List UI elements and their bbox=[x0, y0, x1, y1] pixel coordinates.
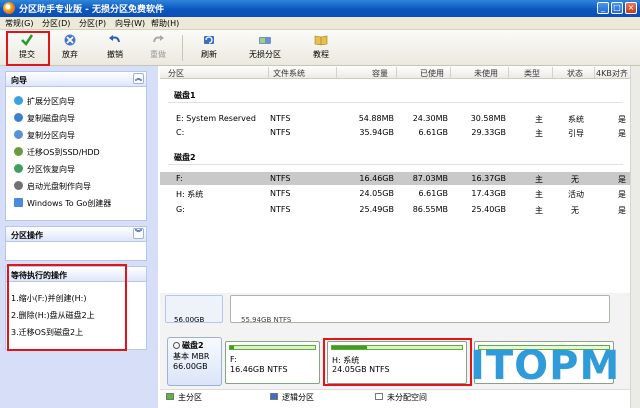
col-type[interactable]: 类型 bbox=[524, 68, 540, 79]
disk1-header[interactable]: 磁盘1 bbox=[174, 90, 196, 101]
legend-primary-swatch bbox=[166, 393, 174, 400]
book-icon bbox=[314, 35, 328, 46]
wizard-item-bootable-cd[interactable]: 启动光盘制作向导 bbox=[14, 181, 91, 192]
table-row[interactable]: H: 系统 NTFS 24.05GB 6.61GB 17.43GB 主 活动 是 bbox=[160, 187, 630, 200]
wizard-item-migrate-os[interactable]: 迁移OS到SSD/HDD bbox=[14, 147, 100, 158]
divider bbox=[168, 102, 623, 103]
partition-icon bbox=[259, 37, 271, 44]
table-row[interactable]: E: System Reserved NTFS 54.88MB 24.30MB … bbox=[160, 112, 630, 125]
col-filesystem[interactable]: 文件系统 bbox=[273, 68, 305, 79]
highlight-submit bbox=[6, 31, 50, 66]
disk1-map-label[interactable]: 56.00GB bbox=[165, 295, 223, 324]
discard-button[interactable]: 放弃 bbox=[55, 32, 85, 63]
legend-unallocated-swatch bbox=[375, 393, 383, 400]
windows-icon bbox=[14, 198, 23, 207]
undo-button[interactable]: 撤销 bbox=[100, 32, 130, 63]
migrate-icon bbox=[14, 147, 23, 156]
table-row[interactable]: F: NTFS 16.46GB 87.03MB 16.37GB 主 无 是 bbox=[160, 172, 630, 185]
col-unused[interactable]: 未使用 bbox=[474, 68, 498, 79]
minimize-button[interactable]: _ bbox=[597, 2, 609, 14]
column-header: 分区 文件系统 容量 已使用 未使用 类型 状态 4KB对齐 bbox=[160, 66, 630, 79]
wizard-item-copy-partition[interactable]: 复制分区向导 bbox=[14, 130, 75, 141]
discard-icon bbox=[64, 34, 76, 46]
wizard-item-recovery[interactable]: 分区恢复向导 bbox=[14, 164, 75, 175]
legend-primary: 主分区 bbox=[178, 393, 202, 402]
close-button[interactable]: × bbox=[625, 2, 637, 14]
menu-partition[interactable]: 分区(P) bbox=[79, 18, 106, 29]
disk2-map-type: 基本 MBR bbox=[173, 352, 210, 361]
legend-logical-swatch bbox=[270, 393, 278, 400]
highlight-h-partition bbox=[323, 338, 472, 386]
table-row[interactable]: G: NTFS 25.49GB 86.55MB 25.40GB 主 无 是 bbox=[160, 203, 630, 216]
tutorial-button[interactable]: 教程 bbox=[306, 32, 336, 63]
wizard-item-windows-to-go[interactable]: Windows To Go创建器 bbox=[14, 198, 111, 209]
col-status[interactable]: 状态 bbox=[567, 68, 583, 79]
cd-icon bbox=[14, 181, 23, 190]
legend: 主分区 逻辑分区 未分配空间 bbox=[160, 389, 630, 402]
expand-icon[interactable]: ︾ bbox=[133, 228, 144, 239]
disk2-header[interactable]: 磁盘2 bbox=[174, 152, 196, 163]
divider bbox=[168, 164, 623, 165]
partition-f-label: F: bbox=[230, 355, 237, 364]
disk2-map-size: 66.00GB bbox=[173, 362, 208, 371]
menu-wizard[interactable]: 向导(W) bbox=[115, 18, 145, 29]
col-4k-align[interactable]: 4KB对齐 bbox=[596, 68, 628, 79]
partition-ops-header[interactable]: 分区操作 ︾ bbox=[6, 227, 146, 242]
left-panel: 向导 ︽ 扩展分区向导 复制磁盘向导 复制分区向导 迁移OS到SSD/HDD 分… bbox=[0, 66, 158, 408]
redo-button[interactable]: 重做 bbox=[143, 32, 173, 63]
partition-f-block[interactable]: F: 16.46GB NTFS bbox=[225, 341, 320, 384]
wizard-section: 向导 ︽ 扩展分区向导 复制磁盘向导 复制分区向导 迁移OS到SSD/HDD 分… bbox=[5, 71, 147, 221]
redo-icon bbox=[153, 35, 164, 43]
extend-icon bbox=[14, 96, 23, 105]
highlight-pending bbox=[7, 264, 127, 351]
lossless-partition-button[interactable]: 无损分区 bbox=[243, 32, 287, 63]
refresh-icon bbox=[204, 36, 214, 44]
toolbar-separator bbox=[182, 35, 183, 61]
refresh-button[interactable]: 刷新 bbox=[194, 32, 224, 63]
partition-f-info: 16.46GB NTFS bbox=[230, 365, 288, 374]
menu-bar: 常规(G) 分区(D) 分区(P) 向导(W) 帮助(H) bbox=[0, 17, 640, 30]
col-capacity[interactable]: 容量 bbox=[372, 68, 388, 79]
undo-icon bbox=[109, 35, 120, 43]
disk-icon bbox=[173, 342, 180, 349]
collapse-icon[interactable]: ︽ bbox=[133, 73, 144, 84]
app-logo-icon bbox=[3, 2, 15, 14]
recovery-icon bbox=[14, 164, 23, 173]
legend-unallocated: 未分配空间 bbox=[387, 393, 427, 402]
table-row[interactable]: C: NTFS 35.94GB 6.61GB 29.33GB 主 引导 是 bbox=[160, 126, 630, 139]
col-partition[interactable]: 分区 bbox=[168, 68, 184, 79]
disk2-map-label[interactable]: 磁盘2 基本 MBR 66.00GB bbox=[167, 337, 222, 386]
usage-bar bbox=[230, 346, 235, 349]
wizard-item-copy-disk[interactable]: 复制磁盘向导 bbox=[14, 113, 75, 124]
window-title: 分区助手专业版 - 无损分区免费软件 bbox=[19, 5, 165, 15]
copy-partition-icon bbox=[14, 130, 23, 139]
partition-ops-section: 分区操作 ︾ bbox=[5, 226, 147, 261]
menu-general[interactable]: 常规(G) bbox=[5, 18, 33, 29]
wizard-header[interactable]: 向导 ︽ bbox=[6, 72, 146, 87]
vertical-scrollbar[interactable] bbox=[630, 66, 640, 408]
maximize-button[interactable]: □ bbox=[611, 2, 623, 14]
disk2-map-title: 磁盘2 bbox=[173, 340, 221, 351]
toolbar: 提交 放弃 撤销 重做 刷新 无损分区 教程 bbox=[0, 30, 640, 66]
partition-f-bar bbox=[229, 345, 316, 350]
legend-logical: 逻辑分区 bbox=[282, 393, 314, 402]
menu-help[interactable]: 帮助(H) bbox=[151, 18, 179, 29]
wizard-item-extend[interactable]: 扩展分区向导 bbox=[14, 96, 75, 107]
menu-disk[interactable]: 分区(D) bbox=[42, 18, 70, 29]
copy-disk-icon bbox=[14, 113, 23, 122]
col-used[interactable]: 已使用 bbox=[420, 68, 444, 79]
watermark: ITOPM bbox=[470, 343, 621, 389]
title-bar: 分区助手专业版 - 无损分区免费软件 _ □ × bbox=[0, 0, 640, 17]
disk1-map-partition[interactable]: 55.94GB NTFS bbox=[230, 295, 610, 324]
